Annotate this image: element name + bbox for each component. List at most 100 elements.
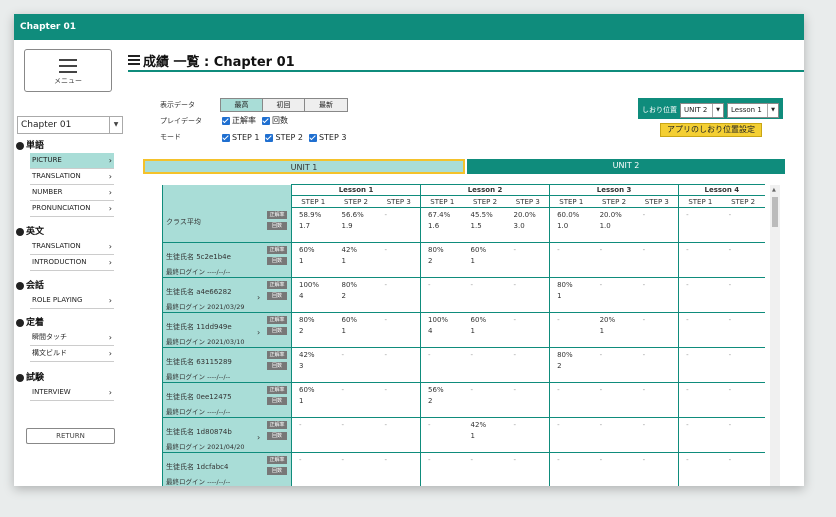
count-tag: 回数	[267, 397, 287, 405]
score-count	[686, 221, 722, 232]
sidebar-item-label: NUMBER	[32, 188, 63, 196]
score-rate: 45.5%	[470, 211, 493, 219]
score-cell: -	[377, 382, 421, 418]
tab-unit-1[interactable]: UNIT 1	[143, 159, 465, 174]
step-header: STEP 2	[463, 195, 507, 208]
score-cell: -	[678, 277, 722, 313]
score-count	[686, 291, 722, 302]
nav-group-head: 試験	[14, 372, 124, 385]
segment-first[interactable]: 初回	[263, 99, 305, 111]
score-cell: -	[721, 417, 765, 453]
score-count: 1.9	[341, 222, 353, 230]
tab-unit-2[interactable]: UNIT 2	[467, 159, 785, 174]
menu-label: メニュー	[54, 77, 82, 85]
score-cell: -	[635, 207, 679, 243]
book-icon	[16, 228, 24, 236]
score-cell: -	[635, 242, 679, 278]
score-count	[729, 256, 765, 267]
sidebar-item-label: 瞬間タッチ	[32, 333, 67, 341]
checkbox-step2[interactable]: STEP 2	[265, 132, 303, 143]
score-count	[471, 466, 507, 477]
lesson-header: Lesson 2	[420, 184, 550, 196]
score-rate: -	[557, 456, 560, 464]
score-count	[686, 466, 722, 477]
chapter-select-value: Chapter 01	[21, 120, 72, 130]
score-rate: 60%	[341, 316, 358, 324]
score-rate: -	[341, 351, 345, 359]
checkbox-accuracy[interactable]: 正解率	[222, 115, 256, 126]
score-rate: -	[686, 211, 689, 219]
score-cell: -	[678, 242, 722, 278]
rate-tag: 正解率	[267, 386, 287, 394]
student-cell[interactable]: 生徒氏名 a4e66282 最終ログイン 2021/03/29 › 正解率 回数	[162, 277, 292, 313]
score-rate: -	[686, 421, 689, 429]
scrollbar-thumb[interactable]	[772, 197, 778, 227]
app-bookmark-button[interactable]: アプリのしおり位置設定	[660, 123, 762, 137]
sidebar-item[interactable]: 構文ビルド ›	[30, 346, 114, 362]
sidebar-item[interactable]: INTERVIEW ›	[30, 385, 114, 401]
score-rate: -	[642, 386, 646, 394]
score-rate: 80%	[299, 316, 315, 324]
score-count	[729, 361, 765, 372]
score-cell: 20.0% 1.0	[592, 207, 636, 243]
student-cell[interactable]: 生徒氏名 11dd949e 最終ログイン 2021/03/10 › 正解率 回数	[162, 312, 292, 348]
book-icon	[16, 374, 24, 382]
sidebar-item[interactable]: PRONUNCIATION ›	[30, 201, 114, 217]
score-rate: -	[642, 421, 646, 429]
sidebar-item[interactable]: NUMBER ›	[30, 185, 114, 201]
score-count	[428, 466, 464, 477]
last-login: 最終ログイン 2021/04/20	[166, 443, 245, 451]
vertical-scrollbar[interactable]: ▲	[770, 185, 780, 486]
score-cell: -	[377, 277, 421, 313]
sidebar-item[interactable]: TRANSLATION ›	[30, 169, 114, 185]
score-count	[600, 361, 636, 372]
score-cell: 56.6% 1.9	[334, 207, 378, 243]
score-count	[729, 466, 765, 477]
sidebar-item[interactable]: TRANSLATION ›	[30, 239, 114, 255]
score-count	[299, 466, 335, 477]
score-cell: -	[549, 452, 593, 486]
score-count	[729, 431, 765, 442]
checkbox-count[interactable]: 回数	[262, 115, 288, 126]
chapter-select[interactable]: Chapter 01 ▼	[17, 116, 123, 134]
sidebar-item[interactable]: ROLE PLAYING ›	[30, 293, 114, 309]
bookmark-unit-select[interactable]: UNIT 2 ▼	[680, 102, 724, 118]
score-count	[557, 431, 593, 442]
sidebar-item[interactable]: PICTURE ›	[30, 153, 114, 169]
score-count: 1.0	[557, 222, 569, 230]
menu-button[interactable]: メニュー	[24, 49, 112, 92]
sidebar-item[interactable]: INTRODUCTION ›	[30, 255, 114, 271]
page-title: 成績 一覧 : Chapter 01	[128, 51, 295, 70]
return-button[interactable]: RETURN	[26, 428, 115, 444]
scroll-up-icon[interactable]: ▲	[772, 187, 776, 193]
score-count	[514, 256, 550, 267]
segment-latest[interactable]: 最新	[305, 99, 347, 111]
checkbox-step3[interactable]: STEP 3	[308, 132, 346, 143]
score-count: 1	[299, 257, 304, 265]
sidebar-item[interactable]: 瞬間タッチ ›	[30, 330, 114, 346]
score-rate: 58.9%	[299, 211, 322, 219]
nav-group-title: 会話	[26, 281, 45, 291]
score-count	[514, 326, 550, 337]
bookmark-lesson-select[interactable]: Lesson 1 ▼	[727, 102, 779, 118]
score-count	[643, 361, 679, 372]
score-rate: 56%	[428, 386, 444, 394]
score-cell: 80% 2	[291, 312, 335, 348]
step-header: STEP 2	[721, 195, 765, 208]
score-cell: -	[506, 382, 550, 418]
score-count: 1	[470, 257, 475, 265]
count-tag: 回数	[267, 362, 287, 370]
score-rate: -	[599, 421, 603, 429]
score-rate: 60%	[470, 246, 487, 254]
table-row: クラス平均 正解率 回数 58.9% 1.7 56.6% 1.9-67.4% 1.6 45.5%…	[162, 207, 765, 243]
checkbox-label: 正解率	[232, 116, 256, 125]
checkbox-step1[interactable]: STEP 1	[222, 132, 259, 143]
score-cell: -	[678, 312, 722, 348]
score-rate: -	[728, 386, 732, 394]
score-cell: -	[721, 382, 765, 418]
score-cell: 60% 1	[463, 312, 507, 348]
score-cell: 60% 1	[291, 242, 335, 278]
segment-best[interactable]: 最高	[221, 99, 263, 111]
student-cell[interactable]: 生徒氏名 1d80874b 最終ログイン 2021/04/20 › 正解率 回数	[162, 417, 292, 453]
score-count: 1	[470, 432, 475, 440]
